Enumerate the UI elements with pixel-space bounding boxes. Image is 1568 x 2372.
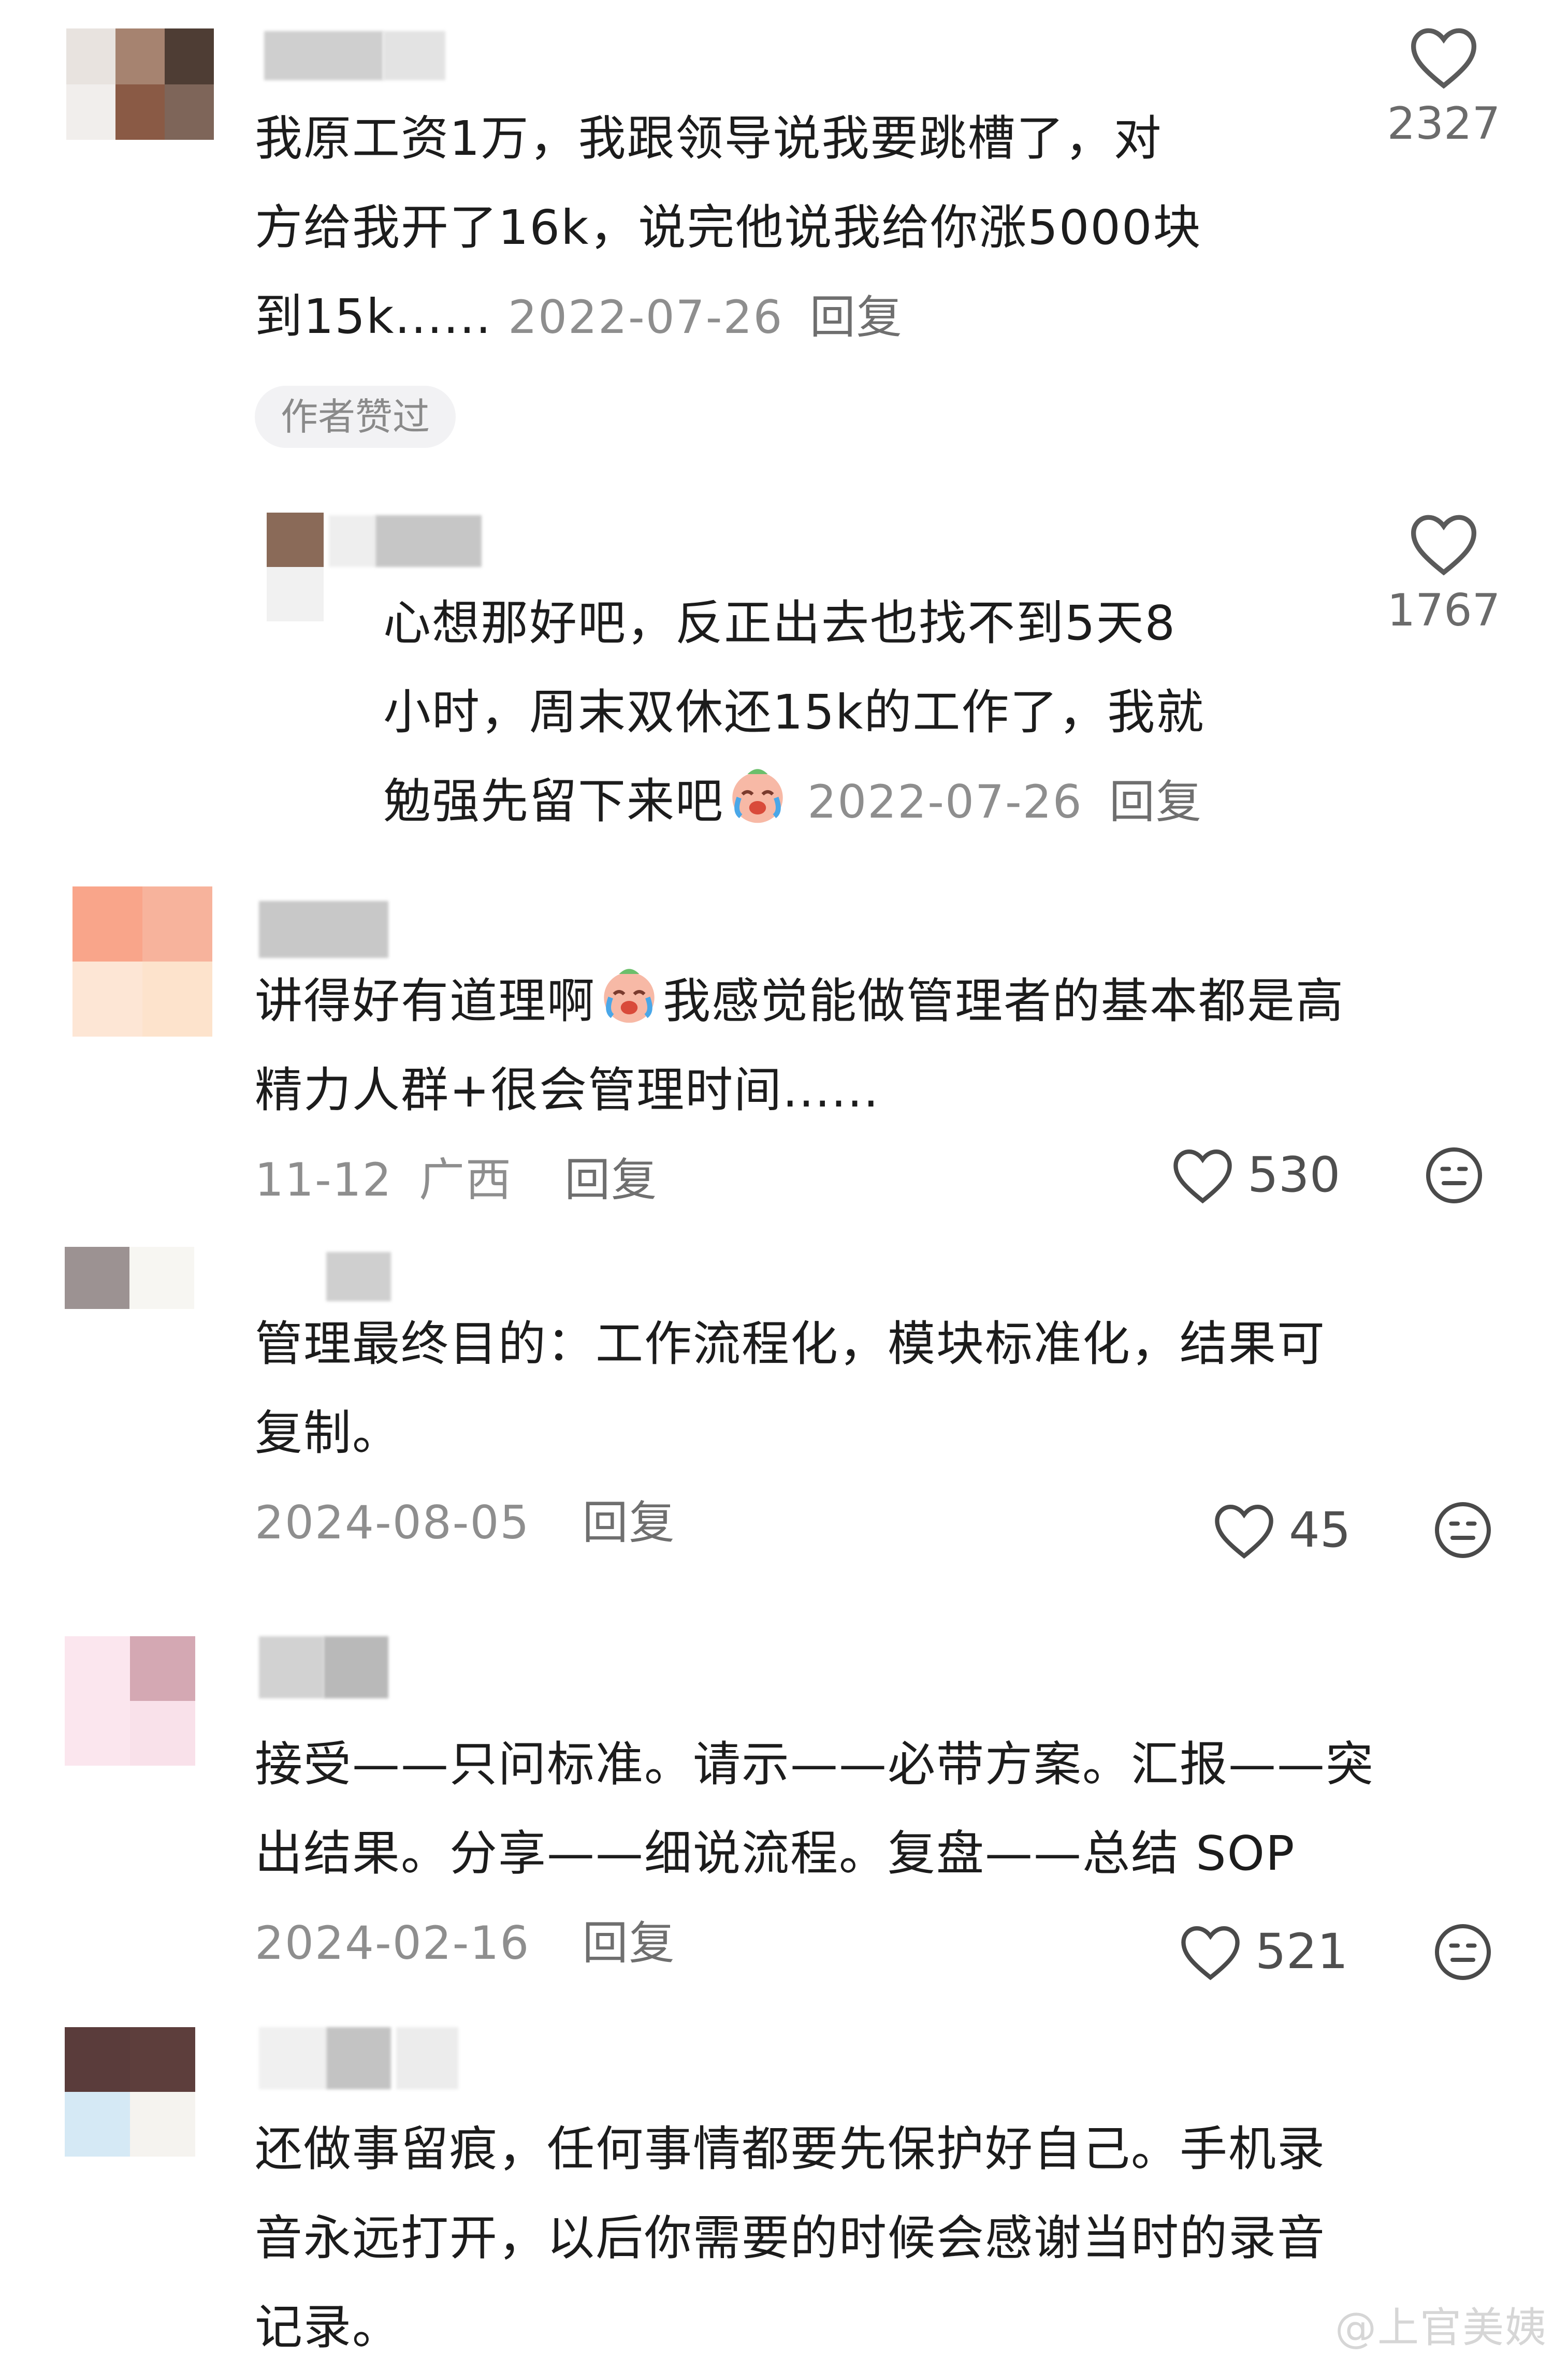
like-button[interactable]: 45 — [1212, 1501, 1351, 1560]
comment-date: 2022-07-26 — [807, 775, 1083, 828]
dislike-button[interactable] — [1423, 1144, 1485, 1209]
username-blurred[interactable] — [329, 515, 482, 567]
heart-outline-icon — [1173, 1149, 1232, 1204]
like-button[interactable]: 1767 — [1376, 510, 1511, 636]
like-count: 45 — [1289, 1502, 1351, 1559]
like-count: 2327 — [1387, 98, 1501, 150]
crying-laughing-emoji-icon — [596, 961, 663, 1028]
reply-button[interactable]: 回复 — [1109, 775, 1202, 828]
heart-outline-icon — [1181, 1926, 1240, 1981]
username-blurred[interactable] — [259, 901, 388, 958]
avatar[interactable] — [72, 886, 212, 1037]
comment-date: 2022-07-26 — [508, 290, 783, 344]
reply-button[interactable]: 回复 — [810, 290, 903, 344]
author-liked-tag: 作者赞过 — [255, 386, 456, 448]
comment-text: 心想那好吧，反正出去也找不到5天8 小时，周末双休还15k的工作了，我就 勉强先… — [383, 595, 1205, 829]
crying-laughing-emoji-icon — [724, 761, 791, 828]
neutral-face-icon — [1435, 1924, 1491, 1980]
username-blurred[interactable] — [264, 31, 445, 80]
comment-date: 2024-08-05 — [255, 1496, 530, 1549]
reply-button[interactable]: 回复 — [564, 1153, 658, 1206]
avatar[interactable] — [66, 28, 214, 140]
comment-text: 我原工资1万，我跟领导说我要跳槽了，对 方给我开了16k，说完他说我给你涨500… — [255, 111, 1202, 344]
heart-outline-icon — [1411, 28, 1477, 89]
avatar[interactable] — [267, 513, 324, 621]
reply-button[interactable]: 回复 — [583, 1916, 676, 1970]
like-button[interactable]: 521 — [1178, 1922, 1348, 1982]
neutral-face-icon — [1426, 1147, 1482, 1203]
like-button[interactable]: 2327 — [1376, 23, 1511, 150]
neutral-face-icon — [1435, 1502, 1491, 1558]
dislike-button[interactable] — [1432, 1921, 1494, 1985]
avatar[interactable] — [65, 1247, 194, 1309]
comment-date: 11-12 — [255, 1153, 393, 1206]
like-count: 1767 — [1387, 585, 1501, 636]
like-button[interactable]: 530 — [1170, 1145, 1340, 1205]
avatar[interactable] — [65, 2027, 195, 2157]
username-blurred[interactable] — [259, 1636, 388, 1698]
username-blurred[interactable] — [259, 2027, 458, 2089]
heart-outline-icon — [1411, 515, 1477, 576]
avatar[interactable] — [65, 1636, 195, 1766]
like-count: 530 — [1247, 1147, 1341, 1203]
comment-date: 2024-02-16 — [255, 1916, 530, 1970]
dislike-button[interactable] — [1432, 1499, 1494, 1563]
username-blurred[interactable] — [326, 1252, 391, 1301]
watermark: @上官美姨 — [1335, 2304, 1547, 2352]
comment-location: 广西 — [418, 1153, 512, 1206]
like-count: 521 — [1255, 1924, 1348, 1980]
reply-button[interactable]: 回复 — [583, 1496, 676, 1549]
heart-outline-icon — [1215, 1505, 1273, 1559]
